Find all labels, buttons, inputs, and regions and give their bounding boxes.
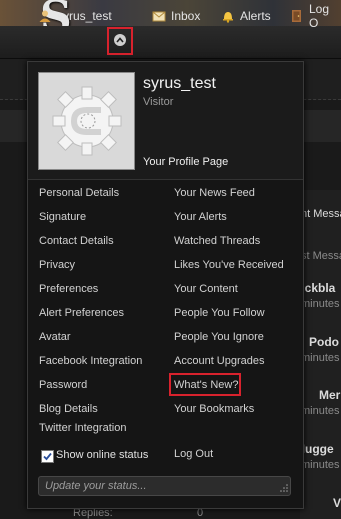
default-avatar-gear-icon	[52, 86, 121, 156]
menu-link-twitter-integration[interactable]: Twitter Integration	[39, 422, 126, 434]
menu-username[interactable]: syrus_test	[143, 75, 216, 93]
show-online-status-checkbox[interactable]	[41, 450, 54, 463]
alerts-label: Alerts	[240, 9, 271, 23]
menu-link-your-alerts[interactable]: Your Alerts	[174, 211, 227, 223]
bg-snippet[interactable]: Podo	[309, 335, 339, 349]
menu-link-your-content[interactable]: Your Content	[174, 283, 238, 295]
menu-link-news-feed[interactable]: Your News Feed	[174, 187, 255, 199]
menu-logout-link[interactable]: Log Out	[174, 448, 213, 460]
your-profile-page-link[interactable]: Your Profile Page	[143, 156, 228, 168]
inbox-icon	[152, 9, 166, 23]
bg-snippet: minutes	[301, 459, 340, 471]
account-dropdown-menu: syrus_test Visitor Your Profile Page Per…	[27, 61, 304, 509]
menu-link-preferences[interactable]: Preferences	[39, 283, 98, 295]
resize-grip-icon[interactable]	[280, 484, 288, 492]
show-online-status-label[interactable]: Show online status	[56, 449, 148, 461]
bg-snippet: minutes	[301, 405, 340, 417]
menu-link-blog-details[interactable]: Blog Details	[39, 403, 98, 415]
menu-link-contact-details[interactable]: Contact Details	[39, 235, 114, 247]
avatar[interactable]	[38, 72, 135, 170]
menu-link-your-bookmarks[interactable]: Your Bookmarks	[174, 403, 254, 415]
menu-link-password[interactable]: Password	[39, 379, 87, 391]
inbox-link[interactable]: Inbox	[152, 0, 200, 32]
menu-link-people-you-ignore[interactable]: People You Ignore	[174, 331, 264, 343]
bg-snippet[interactable]: Mer	[319, 388, 340, 402]
menu-link-likes-received[interactable]: Likes You've Received	[174, 259, 284, 271]
bg-snippet: minutes	[301, 352, 340, 364]
user-title: Visitor	[143, 96, 174, 108]
menu-link-privacy[interactable]: Privacy	[39, 259, 75, 271]
account-menu-trigger[interactable]: syrus_test	[38, 0, 112, 32]
alerts-link[interactable]: Alerts	[221, 0, 271, 32]
menu-link-facebook-integration[interactable]: Facebook Integration	[39, 355, 142, 367]
menu-link-account-upgrades[interactable]: Account Upgrades	[174, 355, 265, 367]
logout-bar-link[interactable]: Log O	[290, 0, 341, 32]
door-icon	[290, 9, 304, 23]
bg-snippet: st Messa	[301, 250, 341, 262]
chevron-up-icon[interactable]	[114, 34, 126, 46]
menu-link-personal-details[interactable]: Personal Details	[39, 187, 119, 199]
menu-link-watched-threads[interactable]: Watched Threads	[174, 235, 260, 247]
bg-snippet: nt Messa	[301, 208, 341, 220]
bell-icon	[221, 9, 235, 23]
bg-snippet: V	[333, 496, 341, 510]
menu-link-avatar[interactable]: Avatar	[39, 331, 71, 343]
menu-link-people-you-follow[interactable]: People You Follow	[174, 307, 265, 319]
checkmark-icon	[43, 452, 52, 461]
inbox-label: Inbox	[171, 9, 201, 23]
whats-new-highlight	[169, 373, 241, 396]
bg-snippet: minutes	[301, 298, 340, 310]
menu-link-signature[interactable]: Signature	[39, 211, 86, 223]
visitor-bar-username: syrus_test	[57, 9, 112, 23]
menu-link-alert-preferences[interactable]: Alert Preferences	[39, 307, 124, 319]
status-update-input[interactable]: Update your status...	[38, 476, 291, 496]
user-icon	[38, 9, 52, 23]
menu-profile-header: syrus_test Visitor Your Profile Page	[28, 62, 303, 180]
logout-bar-label: Log O	[309, 2, 330, 30]
